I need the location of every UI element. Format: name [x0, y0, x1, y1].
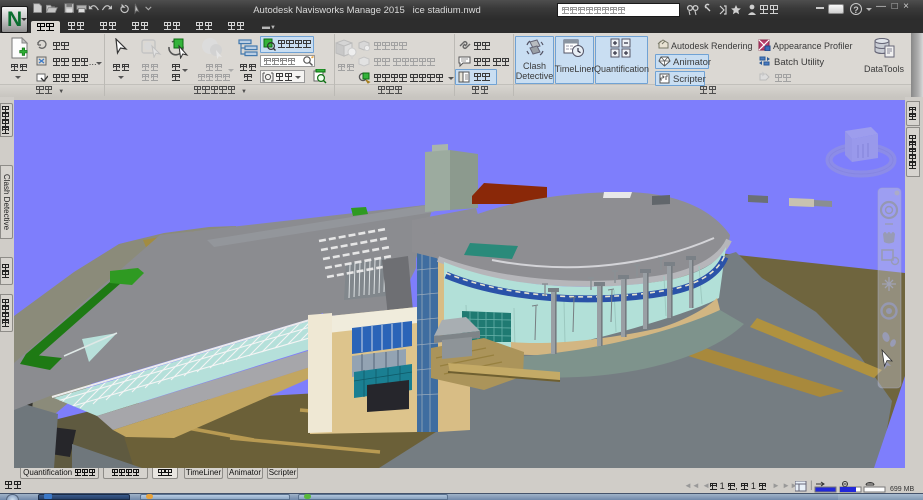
- svg-text:699 MB: 699 MB: [890, 486, 914, 493]
